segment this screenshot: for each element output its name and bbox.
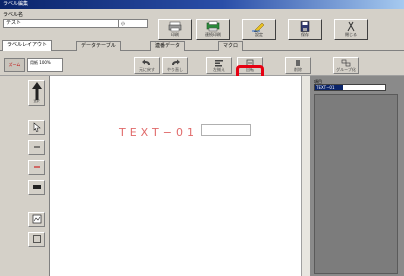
zoom-control[interactable]: ズーム [4,58,25,72]
tab-data-table[interactable]: データテーブル [76,41,121,51]
pointer-tool[interactable] [28,120,45,135]
tab-serial-data-text: 連番データ [155,43,181,49]
align-left-icon [215,60,223,67]
exit-icon [347,21,355,32]
save-button[interactable]: 保存 [288,19,322,40]
object-list-selected[interactable]: TEXT−01 [315,85,343,90]
batch-print-icon [206,21,220,32]
label-canvas[interactable]: TEXT−01 [51,76,301,276]
group-button[interactable]: グループ化 [333,57,359,74]
tab-data-table-text: データテーブル [81,43,116,49]
image-tool-icon [32,214,41,224]
tab-label-layout[interactable]: ラベルレイアウト [2,40,53,51]
undo-icon [142,59,150,65]
line-tool[interactable] [28,140,45,155]
exit-button[interactable]: 閉じる [334,19,368,40]
save-icon [300,21,310,32]
print-button[interactable]: 印刷 [158,19,192,40]
text-object-box[interactable] [201,124,251,136]
batch-print-button-label: 連続印刷 [205,32,221,37]
barcode-tool[interactable] [28,180,45,195]
select-tool[interactable]: 選択 [28,80,45,106]
batch-print-button[interactable]: 連続印刷 [196,19,230,40]
barcode-tool-icon [32,185,41,189]
image-tool[interactable] [28,212,45,227]
pointer-icon [33,122,41,132]
vertical-scrollbar[interactable] [301,76,310,276]
tool-palette: 選択 [0,76,50,276]
settings-button[interactable]: 設定 [242,19,276,40]
select-tool-label: 選択 [33,99,40,103]
delete-icon [296,60,300,66]
delete-button-label: 削除 [294,67,302,72]
redo-button-label: やり直し [167,67,183,72]
text-object[interactable]: TEXT−01 [119,126,198,139]
main-toolbar: ラベル名 テスト 小 印刷 連続印刷 設定 保存 閉じる [0,9,404,40]
printer-icon [168,21,182,32]
label-name-field[interactable]: テスト [3,19,131,28]
tab-macro[interactable]: マクロ [218,41,244,51]
align-left-button[interactable]: 左揃え [206,57,232,74]
object-list-panel: 項目 TEXT−01 [310,76,404,276]
group-icon [341,59,351,67]
app-window: ラベル編集 ラベル名 テスト 小 印刷 連続印刷 設定 保存 閉じる ラベルレイ… [0,0,404,276]
text-tool-icon [33,166,40,168]
paper-zoom-select[interactable]: 用紙 100% [27,58,63,72]
tab-bar: ラベルレイアウト データテーブル 連番データ マクロ [0,40,404,51]
tab-serial-data[interactable]: 連番データ [150,41,186,51]
settings-button-label: 設定 [255,32,263,37]
tab-macro-text: マクロ [223,43,239,49]
arrow-tool-icon [31,82,42,100]
tab-label-layout-text: ラベルレイアウト [7,42,48,48]
line-tool-icon [33,146,40,148]
align-left-button-label: 左揃え [213,67,225,72]
edit-toolbar: ズーム 用紙 100% 元に戻す やり直し 左揃え 回転 削除 グループ化 [0,51,404,76]
redo-icon [172,59,180,65]
object-list-area [314,94,398,274]
exit-button-label: 閉じる [345,32,357,37]
object-list-row[interactable]: TEXT−01 [314,84,386,91]
title-bar: ラベル編集 [0,0,404,9]
undo-button-label: 元に戻す [139,67,155,72]
group-button-label: グループ化 [336,67,356,72]
size-select[interactable]: 小 [118,19,148,28]
frame-tool[interactable] [28,232,45,247]
delete-button[interactable]: 削除 [285,57,311,74]
frame-tool-icon [32,235,41,243]
redo-button[interactable]: やり直し [162,57,188,74]
label-name-caption: ラベル名 [3,12,24,18]
pencil-icon [252,22,265,32]
print-button-label: 印刷 [171,32,179,37]
save-button-label: 保存 [301,32,309,37]
window-title: ラベル編集 [3,1,29,7]
undo-button[interactable]: 元に戻す [134,57,160,74]
text-tool[interactable] [28,160,45,175]
